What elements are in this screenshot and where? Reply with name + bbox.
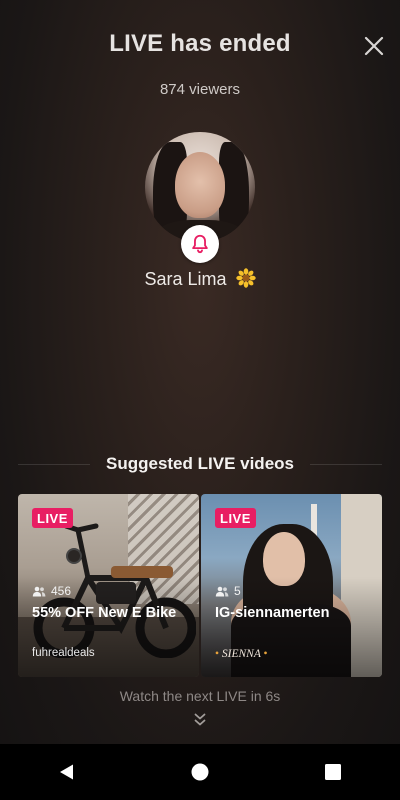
- card-host-name: fuhrealdeals: [32, 647, 95, 659]
- card-host-name: • SIENNA •: [215, 648, 268, 660]
- scroll-next-button[interactable]: [193, 712, 207, 728]
- back-triangle-icon: [59, 764, 73, 780]
- divider-left: [18, 463, 90, 465]
- live-badge: LIVE: [215, 508, 256, 528]
- live-badge: LIVE: [32, 508, 73, 528]
- live-ended-screen: LIVE has ended 874 viewers Sara Lima Sug…: [0, 0, 400, 800]
- card-viewer-count-text: 5: [234, 584, 241, 598]
- bell-icon: [192, 234, 208, 254]
- card-subtitle-dot-right: •: [263, 648, 268, 660]
- close-icon: [364, 36, 384, 56]
- follow-notify-button[interactable]: [181, 225, 219, 263]
- card-viewer-count: 456: [32, 584, 71, 598]
- card-subtitle-text: SIENNA: [221, 648, 261, 660]
- close-button[interactable]: [362, 34, 386, 58]
- host-name-text: Sara Lima: [144, 269, 227, 289]
- card-subtitle-dot-left: •: [215, 648, 220, 660]
- avatar-face: [175, 152, 225, 218]
- viewer-count: 874 viewers: [159, 81, 241, 98]
- suggested-section-heading: Suggested LIVE videos: [18, 452, 382, 476]
- home-circle-icon: [191, 763, 209, 781]
- card-viewer-count: 5: [215, 584, 241, 598]
- recents-square-icon: [325, 764, 342, 780]
- suggested-live-card[interactable]: LIVE 5 IG-siennamerten • SIENNA •: [201, 494, 382, 677]
- people-icon: [215, 586, 229, 596]
- nav-recents-button[interactable]: [303, 752, 363, 792]
- nav-back-button[interactable]: [37, 752, 97, 792]
- next-live-countdown: Watch the next LIVE in 6s: [119, 688, 281, 704]
- host-name[interactable]: Sara Lima: [0, 268, 400, 290]
- sunflower-icon: [235, 268, 256, 288]
- page-title: LIVE has ended: [109, 30, 291, 57]
- nav-home-button[interactable]: [170, 752, 230, 792]
- suggested-live-card[interactable]: LIVE 456 55% OFF New E Bike fuhrealdeals: [18, 494, 199, 677]
- card-viewer-count-text: 456: [51, 584, 72, 598]
- people-icon: [32, 586, 46, 596]
- card-title: 55% OFF New E Bike: [32, 605, 177, 621]
- divider-right: [310, 463, 382, 465]
- card-title: IG-siennamerten: [215, 605, 330, 621]
- double-chevron-down-icon: [194, 713, 206, 726]
- system-nav-bar: [0, 744, 400, 800]
- suggested-heading-text: Suggested LIVE videos: [106, 454, 294, 473]
